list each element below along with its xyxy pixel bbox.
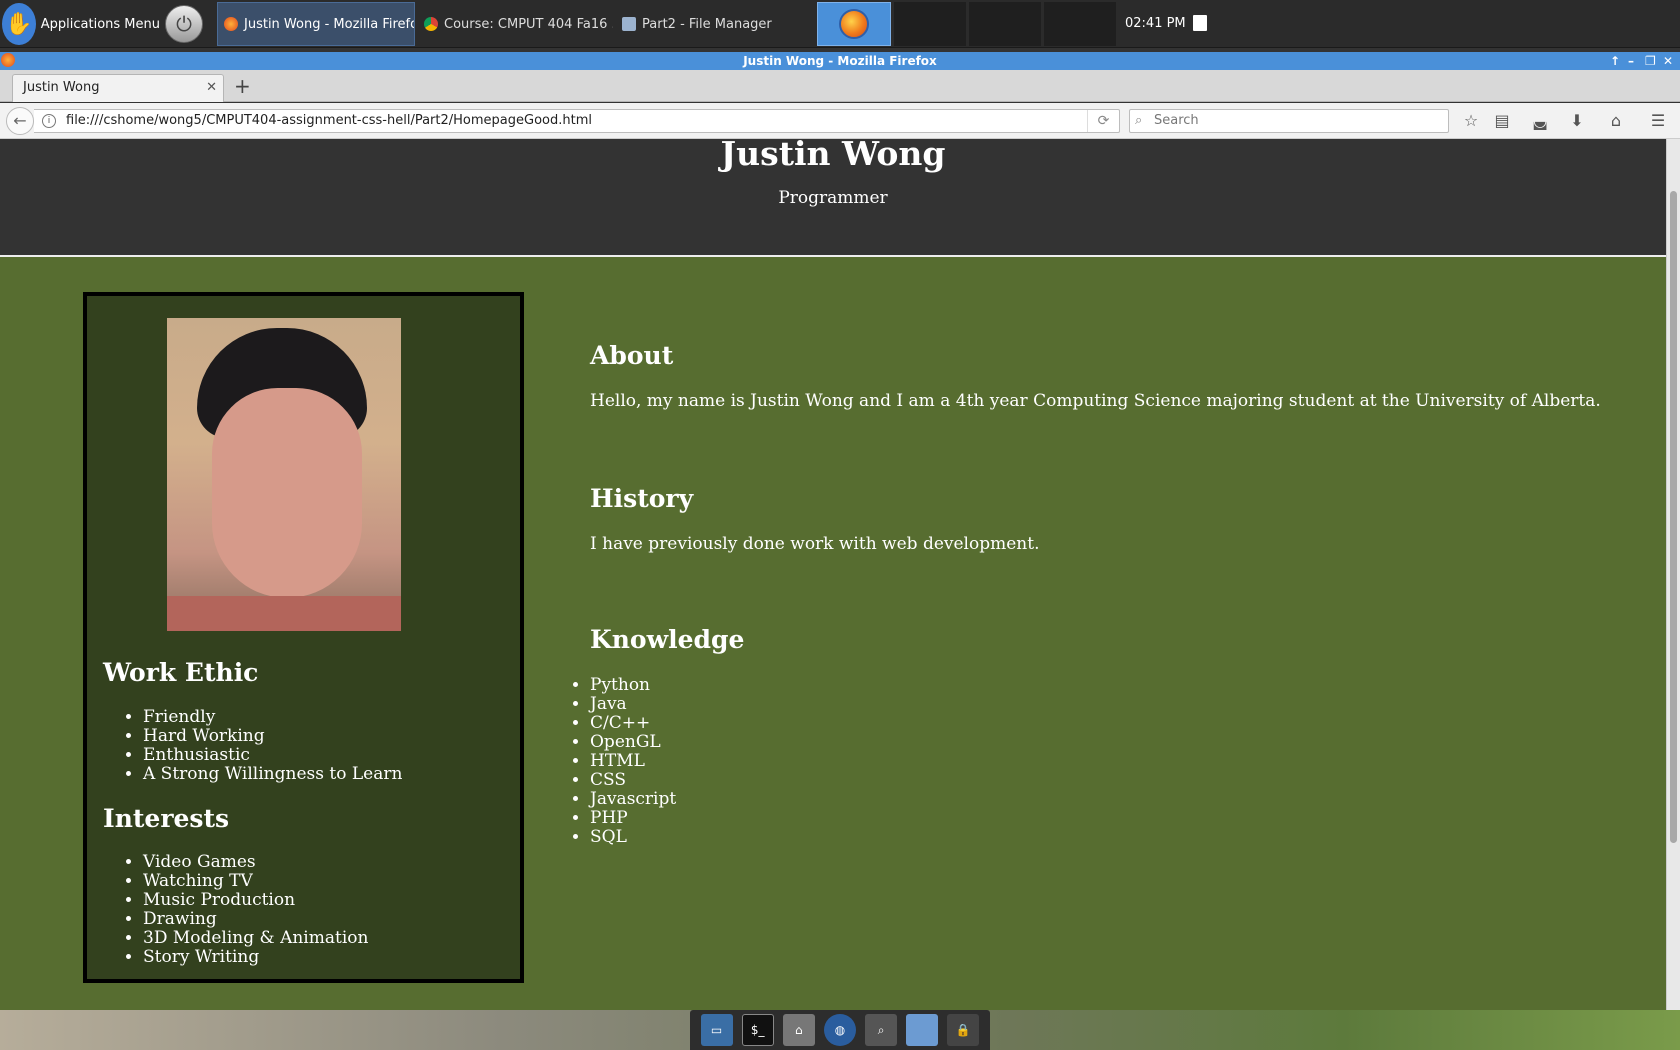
taskbar-item-label: Part2 - File Manager (642, 16, 772, 32)
firefox-icon (1, 53, 15, 67)
sidebar-panel: Work Ethic Friendly Hard Working Enthusi… (83, 292, 524, 983)
history-text: I have previously done work with web dev… (590, 534, 1040, 554)
applications-menu-label: Applications Menu (40, 16, 160, 32)
scrollbar-thumb[interactable] (1670, 191, 1677, 843)
search-icon: ⌕ (1135, 113, 1143, 128)
chrome-icon (424, 17, 438, 31)
list-item: Friendly (143, 708, 402, 727)
downloads-icon[interactable]: ⬇ (1567, 111, 1587, 131)
lock-screen-icon[interactable]: 🔒 (947, 1014, 980, 1046)
url-text: file:///cshome/wong5/CMPUT404-assignment… (66, 113, 592, 128)
workspace-1[interactable] (817, 2, 891, 46)
profile-photo (167, 318, 401, 631)
firefox-icon (839, 9, 869, 39)
list-item: HTML (590, 752, 676, 771)
taskbar-item-chrome[interactable]: Course: CMPUT 404 Fa16 ... (418, 2, 613, 46)
list-item: A Strong Willingness to Learn (143, 765, 402, 784)
list-item: Hard Working (143, 727, 402, 746)
firefox-icon (224, 17, 238, 31)
panel-clock[interactable]: 02:41 PM (1125, 0, 1186, 48)
list-item: OpenGL (590, 733, 676, 752)
tab-strip: Justin Wong ✕ + (0, 70, 1680, 102)
back-arrow-icon: ← (13, 111, 27, 130)
maximize-window-icon[interactable]: ❐ (1645, 52, 1656, 70)
interests-list: Video Games Watching TV Music Production… (143, 853, 368, 967)
folder-icon (622, 17, 636, 31)
work-ethic-list: Friendly Hard Working Enthusiastic A Str… (143, 708, 402, 784)
list-item: Java (590, 695, 676, 714)
search-placeholder: Search (1154, 113, 1199, 128)
list-item: CSS (590, 771, 676, 790)
list-item: Story Writing (143, 948, 368, 967)
list-item: Music Production (143, 891, 368, 910)
info-icon[interactable]: i (42, 114, 56, 128)
xfce-mouse-icon: ✋ (2, 3, 36, 45)
taskbar-item-label: Course: CMPUT 404 Fa16 ... (444, 16, 613, 32)
bottom-dock: ▭ $_ ⌂ ◍ ⌕ 🔒 (690, 1010, 990, 1050)
notes-icon[interactable] (1193, 15, 1207, 31)
search-input[interactable]: ⌕ Search (1129, 109, 1449, 133)
list-item: Video Games (143, 853, 368, 872)
workspace-2[interactable] (894, 2, 966, 46)
work-ethic-heading: Work Ethic (103, 658, 259, 687)
window-titlebar[interactable]: Justin Wong - Mozilla Firefox ↑ – ❐ ✕ (0, 52, 1680, 70)
back-button[interactable]: ← (6, 107, 34, 135)
close-window-icon[interactable]: ✕ (1663, 52, 1673, 70)
terminal-icon[interactable]: $_ (741, 1014, 774, 1046)
taskbar-item-file-manager[interactable]: Part2 - File Manager (616, 2, 811, 46)
desktop-top-panel: ✋ Applications Menu ⏻ Justin Wong - Mozi… (0, 0, 1680, 48)
page-title: Justin Wong (720, 139, 946, 173)
pocket-icon[interactable]: ◛ (1530, 111, 1550, 131)
power-button[interactable]: ⏻ (165, 5, 203, 43)
bookmark-star-icon[interactable]: ☆ (1461, 111, 1481, 131)
interests-heading: Interests (103, 804, 230, 833)
web-browser-icon[interactable]: ◍ (823, 1014, 856, 1046)
new-tab-button[interactable]: + (234, 74, 251, 98)
power-icon: ⏻ (176, 12, 192, 36)
applications-menu-button[interactable]: ✋ Applications Menu (0, 0, 160, 48)
list-item: 3D Modeling & Animation (143, 929, 368, 948)
list-item: Drawing (143, 910, 368, 929)
workspace-3[interactable] (969, 2, 1041, 46)
list-item: Enthusiastic (143, 746, 402, 765)
page-viewport[interactable]: Justin Wong Programmer Work Ethic Friend… (0, 139, 1680, 1010)
list-item: Watching TV (143, 872, 368, 891)
close-tab-icon[interactable]: ✕ (206, 75, 217, 101)
show-desktop-icon[interactable]: ▭ (700, 1014, 733, 1046)
workspace-4[interactable] (1044, 2, 1116, 46)
app-finder-icon[interactable]: ⌕ (865, 1014, 898, 1046)
list-item: PHP (590, 809, 676, 828)
list-item: Javascript (590, 790, 676, 809)
taskbar-item-firefox[interactable]: Justin Wong - Mozilla Firefox (217, 2, 415, 46)
page-header: Justin Wong Programmer (0, 139, 1666, 257)
shade-window-icon[interactable]: ↑ (1610, 52, 1620, 70)
minimize-window-icon[interactable]: – (1628, 52, 1634, 70)
folder-icon[interactable] (906, 1014, 939, 1046)
knowledge-list: Python Java C/C++ OpenGL HTML CSS Javasc… (590, 676, 676, 847)
about-text: Hello, my name is Justin Wong and I am a… (590, 391, 1601, 411)
reload-icon[interactable]: ⟳ (1087, 110, 1119, 132)
tab-label: Justin Wong (23, 80, 100, 95)
hamburger-menu-icon[interactable]: ☰ (1648, 111, 1668, 131)
list-item: SQL (590, 828, 676, 847)
reading-list-icon[interactable]: ▤ (1492, 111, 1512, 131)
window-title: Justin Wong - Mozilla Firefox (743, 54, 937, 68)
taskbar-item-label: Justin Wong - Mozilla Firefox (244, 16, 415, 32)
knowledge-heading: Knowledge (590, 625, 745, 654)
page-subtitle: Programmer (778, 188, 888, 208)
home-folder-icon[interactable]: ⌂ (782, 1014, 815, 1046)
url-bar[interactable]: i file:///cshome/wong5/CMPUT404-assignme… (34, 109, 1120, 133)
about-heading: About (590, 341, 674, 370)
home-icon[interactable]: ⌂ (1606, 111, 1626, 131)
history-heading: History (590, 484, 694, 513)
navigation-bar: ← i file:///cshome/wong5/CMPUT404-assign… (0, 103, 1680, 139)
vertical-scrollbar[interactable] (1666, 139, 1680, 1010)
list-item: C/C++ (590, 714, 676, 733)
list-item: Python (590, 676, 676, 695)
tab-justin-wong[interactable]: Justin Wong ✕ (12, 74, 224, 102)
